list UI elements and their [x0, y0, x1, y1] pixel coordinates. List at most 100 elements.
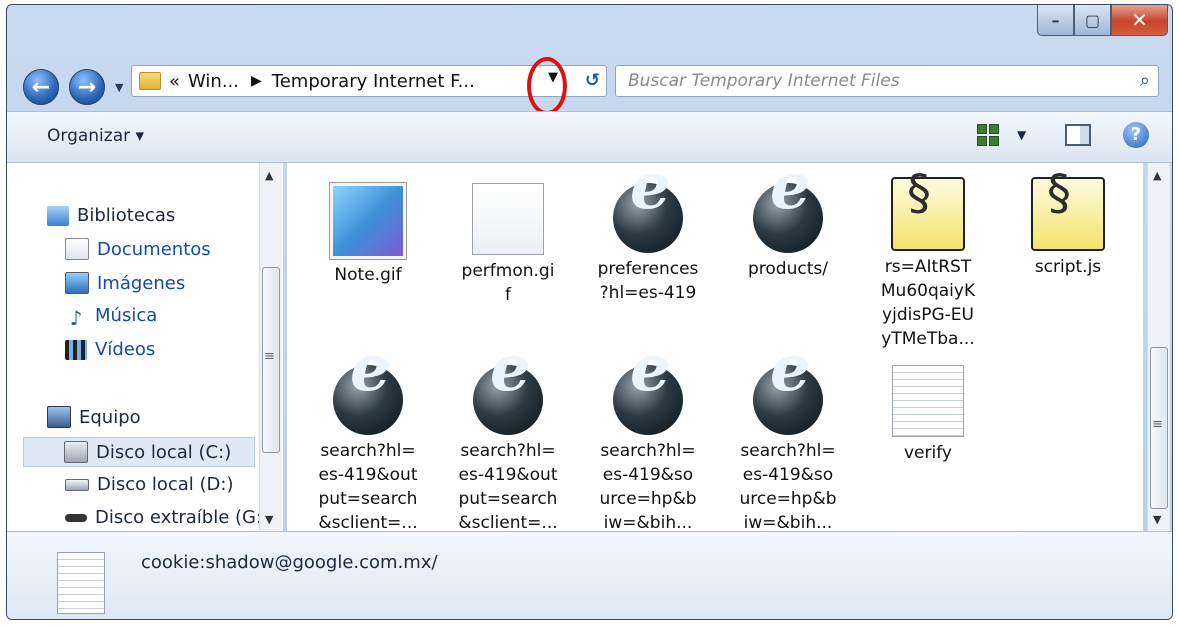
- file-name: preferences ?hl=es-419: [597, 259, 699, 303]
- recent-pages-button[interactable]: ▼: [115, 81, 123, 94]
- selected-file-name: cookie:shadow@google.com.mx/: [141, 552, 438, 573]
- file-item[interactable]: verify: [869, 365, 987, 465]
- drive-c-icon: [64, 441, 88, 463]
- scroll-up-icon[interactable]: ▲: [265, 169, 273, 182]
- file-item[interactable]: search?hl= es-419&out put=search &sclien…: [449, 357, 567, 535]
- scroll-down-icon[interactable]: ▼: [1153, 513, 1161, 526]
- script-icon: [1031, 177, 1105, 251]
- refresh-button[interactable]: ↺: [585, 70, 600, 91]
- folder-icon: [139, 72, 161, 90]
- sidebar-item-label: Equipo: [79, 406, 141, 428]
- close-button[interactable]: ✕: [1111, 5, 1168, 36]
- breadcrumb-separator-icon[interactable]: ▶: [251, 73, 262, 89]
- sidebar-item-label: Documentos: [97, 238, 211, 260]
- file-name: Note.gif: [334, 265, 402, 285]
- sidebar-item-libraries[interactable]: Bibliotecas: [47, 205, 175, 226]
- file-item[interactable]: search?hl= es-419&so urce=hp&b iw=&bih..…: [589, 357, 707, 535]
- forward-button[interactable]: →: [69, 69, 105, 105]
- file-item[interactable]: preferences ?hl=es-419: [589, 175, 707, 305]
- file-name: products/: [748, 259, 828, 279]
- sidebar-item-label: Música: [95, 305, 158, 326]
- blank-file-icon: [472, 183, 544, 255]
- search-icon[interactable]: ⌕: [1140, 70, 1150, 91]
- sidebar-item-label: Disco extraíble (G:): [95, 507, 270, 528]
- explorer-window: – ▢ ✕ ← → ▼ « Win... ▶ Temporary Interne…: [6, 4, 1173, 620]
- internet-explorer-icon: [753, 175, 823, 253]
- file-name: search?hl= es-419&so urce=hp&b iw=&bih..…: [739, 441, 837, 533]
- arrow-right-icon: →: [77, 74, 97, 100]
- sidebar-item-label: Disco local (C:): [96, 441, 232, 463]
- file-item[interactable]: Note.gif: [309, 182, 427, 287]
- arrow-left-icon: ←: [31, 74, 51, 100]
- internet-explorer-icon: [613, 357, 683, 435]
- file-list-scrollbar[interactable]: ▲ ≡ ▼: [1147, 163, 1170, 531]
- search-box[interactable]: Buscar Temporary Internet Files ⌕: [615, 65, 1159, 97]
- sidebar-item-label: Bibliotecas: [77, 205, 176, 226]
- internet-explorer-icon: [613, 175, 683, 253]
- file-name: verify: [904, 443, 952, 463]
- grip-icon: ≡: [264, 349, 275, 364]
- file-item[interactable]: search?hl= es-419&so urce=hp&b iw=&bih..…: [729, 357, 847, 535]
- organize-button[interactable]: Organizar ▾: [47, 126, 144, 146]
- music-note-icon: ♪: [69, 305, 83, 330]
- sidebar-item-label: Imágenes: [97, 272, 186, 294]
- file-name: search?hl= es-419&out put=search &sclien…: [458, 441, 558, 533]
- sidebar-item-label: Disco local (D:): [97, 474, 234, 495]
- breadcrumb-temporary-internet-files[interactable]: Temporary Internet F...: [272, 71, 475, 92]
- libraries-icon: [47, 205, 69, 226]
- sidebar-item-computer[interactable]: Equipo: [47, 406, 141, 428]
- internet-explorer-icon: [333, 357, 403, 435]
- file-name: search?hl= es-419&out put=search &sclien…: [318, 441, 418, 533]
- film-icon: [65, 339, 87, 360]
- sidebar-item-label: Vídeos: [95, 339, 156, 360]
- view-icon[interactable]: [977, 124, 999, 146]
- command-bar: Organizar ▾ ▼ ?: [7, 111, 1172, 163]
- internet-explorer-icon: [753, 357, 823, 435]
- text-document-icon: [892, 365, 964, 437]
- drive-icon: [65, 478, 89, 491]
- text-document-icon: [57, 552, 105, 614]
- search-placeholder: Buscar Temporary Internet Files: [628, 71, 900, 91]
- sidebar-item-music[interactable]: ♪ Música: [65, 305, 158, 330]
- file-list: Note.gif perfmon.gi f preferences ?hl=es…: [287, 163, 1143, 533]
- caption-buttons: – ▢ ✕: [1037, 5, 1168, 36]
- details-pane: cookie:shadow@google.com.mx/: [7, 531, 1172, 619]
- navigation-pane: Bibliotecas Documentos Imágenes ♪ Música…: [7, 163, 283, 531]
- help-button[interactable]: ?: [1123, 122, 1149, 148]
- picture-icon: [65, 272, 89, 294]
- navigation-bar: ← → ▼ « Win... ▶ Temporary Internet F...…: [7, 53, 1172, 115]
- maximize-button[interactable]: ▢: [1074, 5, 1111, 36]
- computer-icon: [47, 406, 71, 428]
- sidebar-item-documents[interactable]: Documentos: [65, 238, 211, 260]
- file-item[interactable]: perfmon.gi f: [449, 183, 567, 307]
- file-item[interactable]: script.js: [1009, 177, 1127, 279]
- file-name: rs=AItRST Mu60qaiyK yjdisPG-EU yTMeTba..…: [880, 257, 976, 349]
- file-name: perfmon.gi f: [461, 261, 555, 305]
- navigation-scrollbar[interactable]: ▲ ≡ ▼: [259, 163, 282, 531]
- file-item[interactable]: rs=AItRST Mu60qaiyK yjdisPG-EU yTMeTba..…: [869, 177, 987, 351]
- file-name: script.js: [1034, 257, 1102, 277]
- preview-pane-icon[interactable]: [1065, 124, 1091, 146]
- file-name: search?hl= es-419&so urce=hp&b iw=&bih..…: [599, 441, 697, 533]
- internet-explorer-icon: [473, 357, 543, 435]
- sidebar-item-local-disk-c[interactable]: Disco local (C:): [23, 437, 255, 467]
- view-dropdown-button[interactable]: ▼: [1017, 128, 1026, 142]
- breadcrumb-overflow[interactable]: «: [169, 71, 180, 92]
- sidebar-item-local-disk-d[interactable]: Disco local (D:): [65, 474, 234, 495]
- file-item[interactable]: search?hl= es-419&out put=search &sclien…: [309, 357, 427, 535]
- script-icon: [891, 177, 965, 251]
- scroll-up-icon[interactable]: ▲: [1153, 169, 1161, 182]
- scroll-down-icon[interactable]: ▼: [265, 513, 273, 526]
- document-icon: [65, 238, 89, 260]
- back-button[interactable]: ←: [23, 69, 59, 105]
- sidebar-item-videos[interactable]: Vídeos: [65, 339, 155, 360]
- sidebar-item-removable-disk-g[interactable]: Disco extraíble (G:): [65, 507, 269, 528]
- breadcrumb-windows[interactable]: Win...: [188, 71, 239, 92]
- file-item[interactable]: products/: [729, 175, 847, 281]
- chevron-down-icon: ▼: [115, 81, 124, 94]
- minimize-button[interactable]: –: [1037, 5, 1074, 36]
- sidebar-item-images[interactable]: Imágenes: [65, 272, 185, 294]
- grip-icon: ≡: [1152, 417, 1163, 432]
- removable-drive-icon: [65, 513, 87, 522]
- gif-image-icon: [329, 182, 407, 260]
